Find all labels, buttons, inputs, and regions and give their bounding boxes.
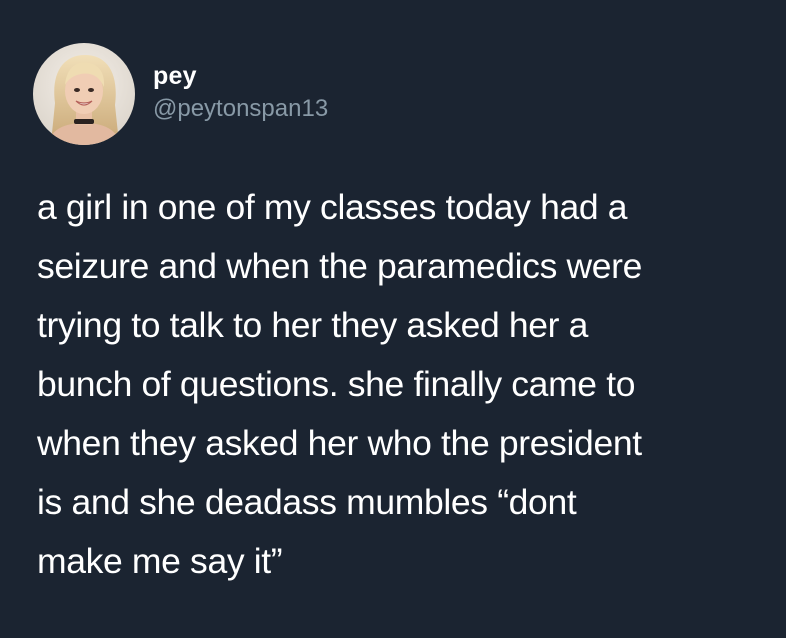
- author-names: pey @peytonspan13: [153, 60, 328, 124]
- tweet-text-line: is and she deadass mumbles “dont: [37, 482, 577, 522]
- avatar-photo-icon: [33, 43, 135, 145]
- user-handle[interactable]: @peytonspan13: [153, 94, 328, 124]
- tweet-text-line: make me say it”: [37, 541, 283, 581]
- display-name[interactable]: pey: [153, 60, 328, 92]
- tweet-text-line: when they asked her who the president: [37, 423, 642, 463]
- tweet-card: pey @peytonspan13 a girl in one of my cl…: [0, 0, 786, 638]
- tweet-header: pey @peytonspan13: [33, 42, 328, 146]
- tweet-text-line: a girl in one of my classes today had a: [37, 187, 628, 227]
- tweet-text-line: seizure and when the paramedics were: [37, 246, 643, 286]
- tweet-text-line: bunch of questions. she finally came to: [37, 364, 636, 404]
- tweet-text: a girl in one of my classes today had a …: [37, 178, 777, 591]
- avatar[interactable]: [33, 43, 135, 145]
- tweet-text-line: trying to talk to her they asked her a: [37, 305, 589, 345]
